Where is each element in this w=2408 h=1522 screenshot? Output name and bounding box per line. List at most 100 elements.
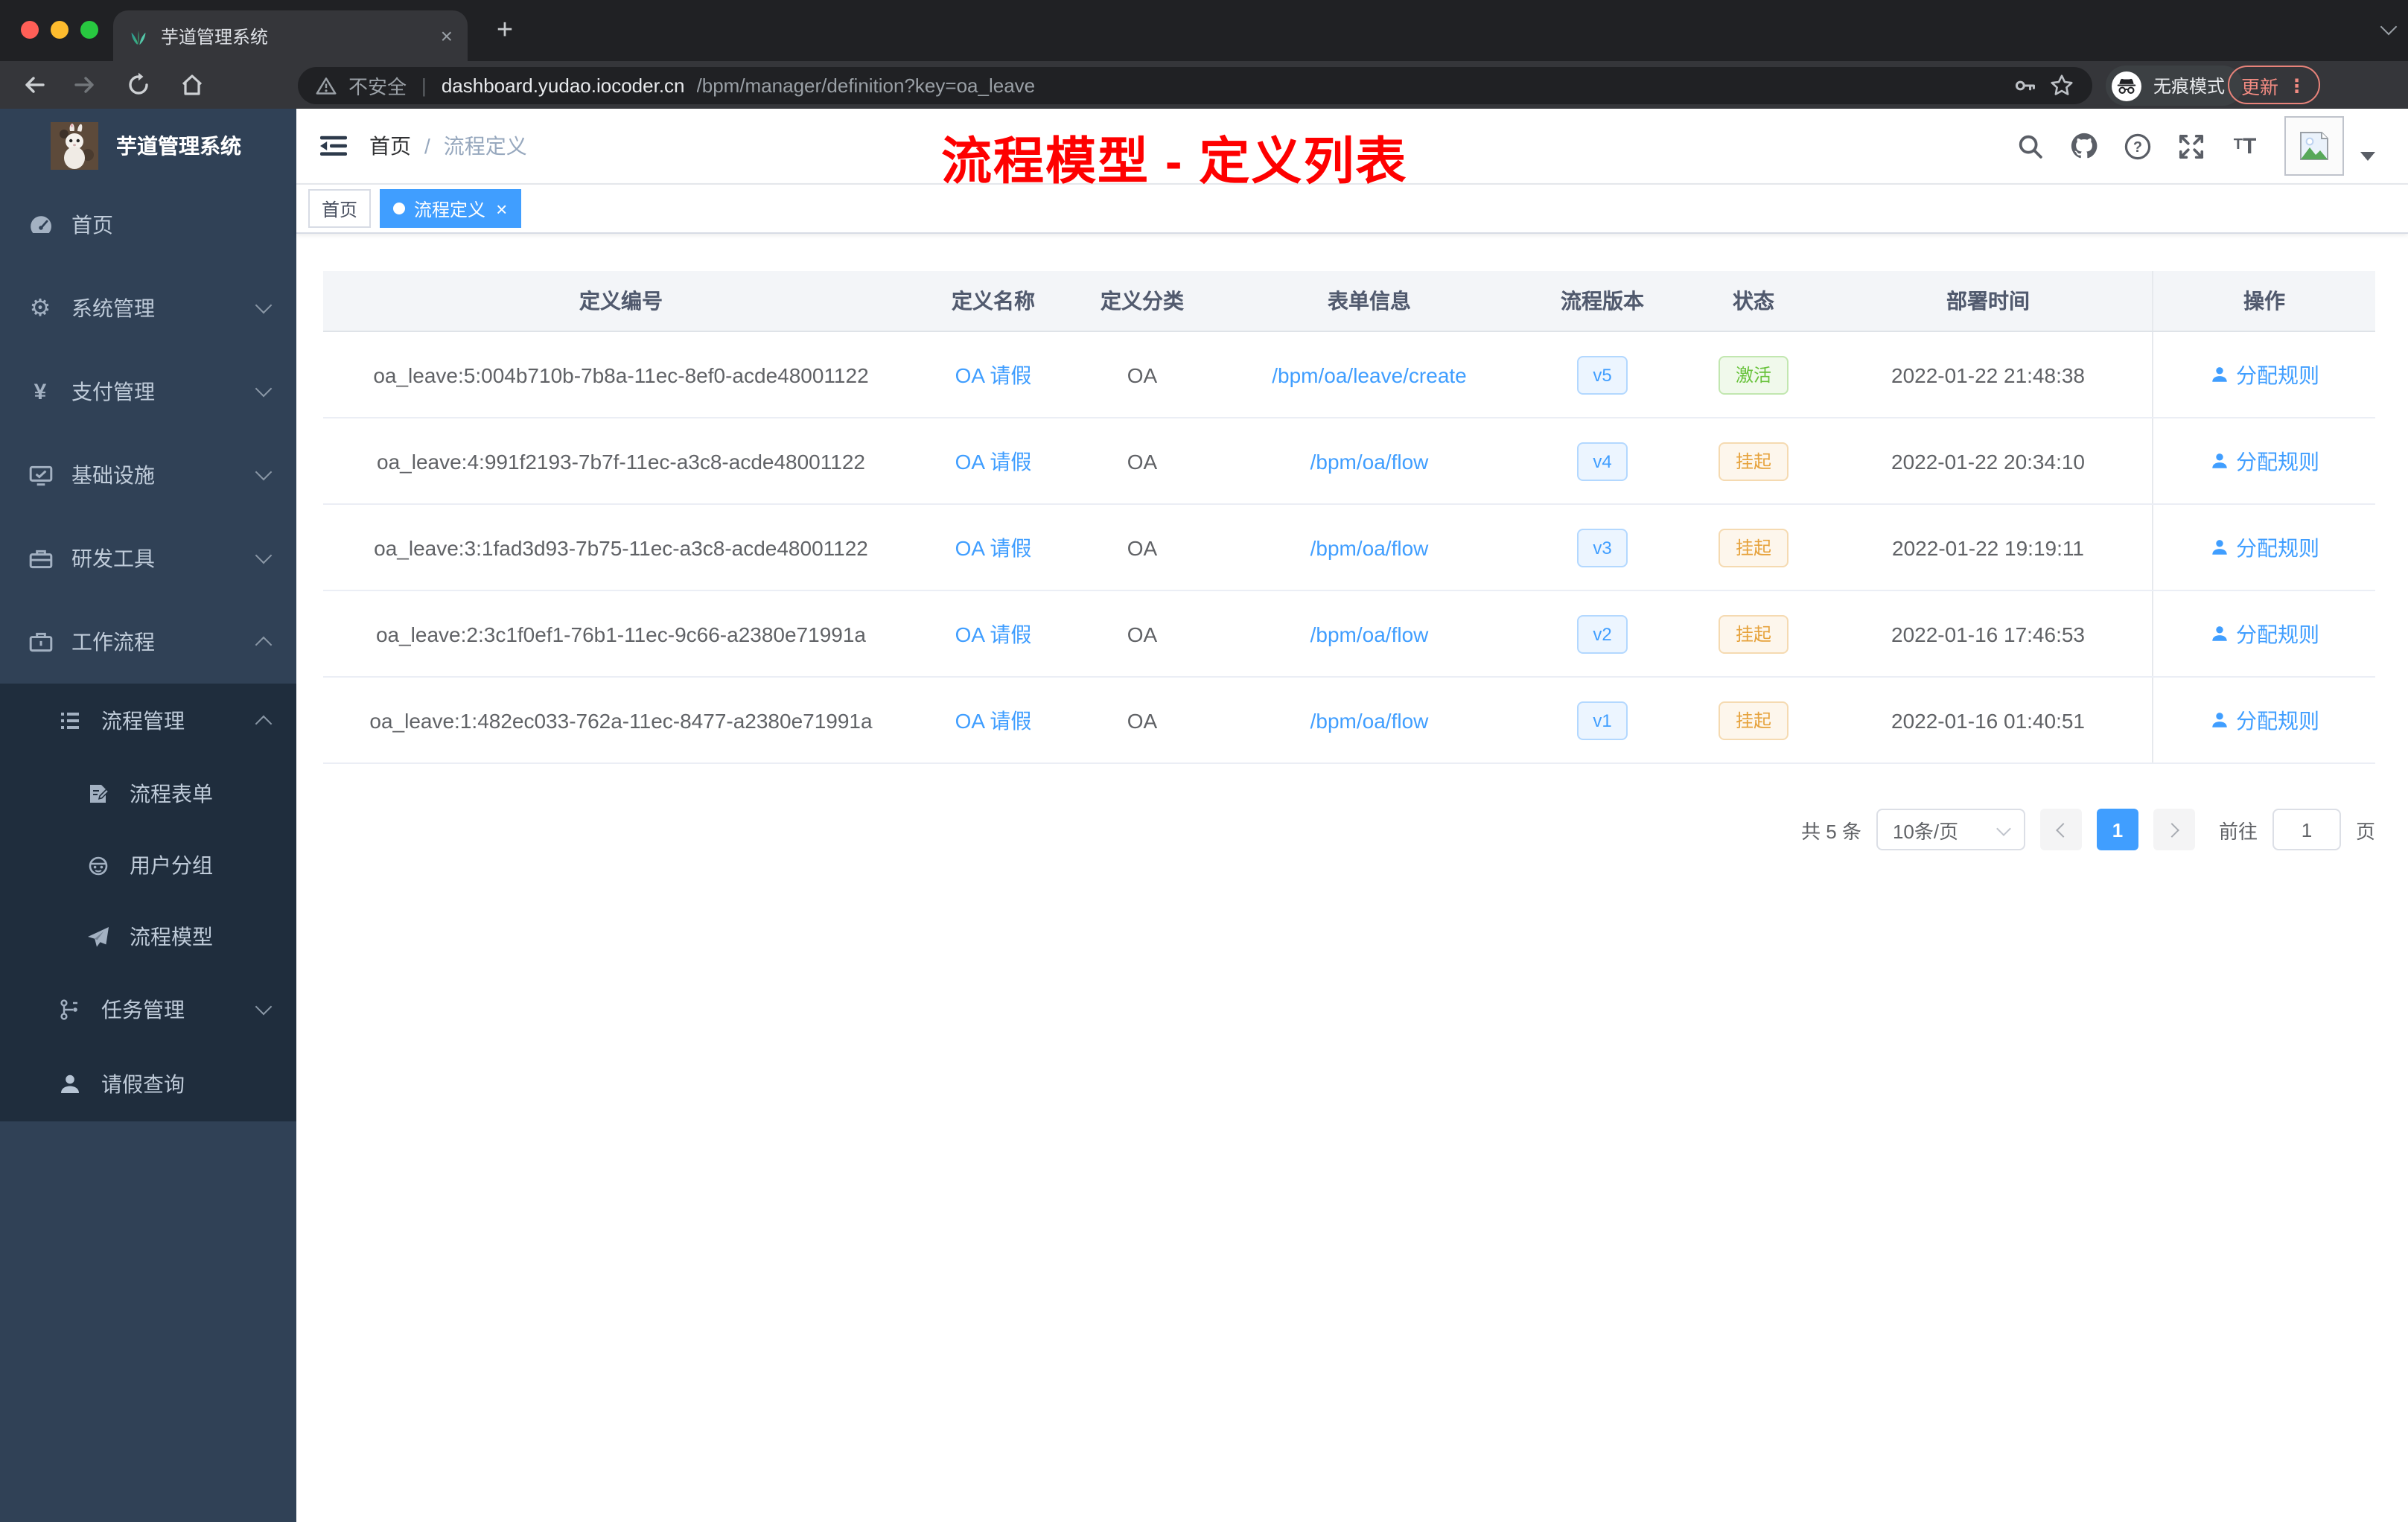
version-badge: v4 [1576,442,1628,480]
cell-definition-id: oa_leave:5:004b710b-7b8a-11ec-8ef0-acde4… [373,363,869,386]
sidebar-item-label: 用户分组 [130,853,213,877]
search-icon[interactable] [2016,132,2045,160]
col-header-name: 定义名称 [952,289,1035,313]
sidebar-item-label: 流程模型 [130,925,213,949]
close-window-button[interactable] [21,21,39,39]
definition-name-link[interactable]: OA 请假 [919,705,1068,735]
user-icon [2211,713,2226,727]
browser-update-button[interactable]: 更新 ⋮ [2228,66,2320,104]
tag-process-definition[interactable]: 流程定义 × [380,189,521,228]
goto-page-input[interactable] [2272,809,2341,850]
status-badge: 挂起 [1719,701,1788,739]
toolbox-icon [27,546,54,571]
assign-rule-link[interactable]: 分配规则 [2236,705,2319,735]
tab-search-chevron-icon[interactable] [2380,18,2398,36]
form-link[interactable]: /bpm/oa/flow [1217,708,1522,732]
url-host: dashboard.yudao.iocoder.cn [441,74,685,97]
tab-close-icon[interactable]: × [441,25,453,46]
active-dot-icon [393,203,406,214]
avatar-caret-down-icon[interactable] [2360,152,2375,161]
table-row: oa_leave:3:1fad3d93-7b75-11ec-a3c8-acde4… [323,505,2375,591]
tag-close-icon[interactable]: × [496,199,507,218]
form-link[interactable]: /bpm/oa/flow [1217,449,1522,473]
app-title: 芋道管理系统 [116,134,241,158]
form-link[interactable]: /bpm/oa/flow [1217,535,1522,559]
chevron-down-icon [255,547,273,564]
workflow-submenu: 流程管理 流程表单 用户分组 流程模型 任务管理 请假查询 [0,684,296,1121]
cell-actions: 分配规则 [2152,418,2375,503]
table-row: oa_leave:1:482ec033-762a-11ec-8477-a2380… [323,678,2375,764]
page-size-select[interactable]: 10条/页 [1876,809,2025,850]
table-header: 定义编号 定义名称 定义分类 表单信息 流程版本 状态 部署时间 操作 [323,271,2375,332]
briefcase-icon [27,629,54,655]
chevron-up-icon [255,715,273,733]
cell-deploy-time: 2022-01-16 01:40:51 [1891,708,2085,732]
app-header: 首页 / 流程定义 流程模型 - 定义列表 ? TT [296,109,2408,191]
user-icon [2211,453,2226,468]
breadcrumb-home[interactable]: 首页 [369,131,411,161]
sidebar-item-label: 首页 [71,213,113,237]
hamburger-icon[interactable] [319,131,348,161]
sidebar-logo[interactable]: 芋道管理系统 [0,109,296,183]
sidebar-item-process-model[interactable]: 流程模型 [0,901,296,972]
browser-menu-dots-icon[interactable]: ⋮ [2287,74,2306,96]
sidebar-item-label: 基础设施 [71,463,155,487]
help-icon[interactable]: ? [2124,132,2152,160]
version-badge: v5 [1576,355,1628,394]
assign-rule-link[interactable]: 分配规则 [2236,532,2319,562]
back-icon[interactable] [21,71,48,98]
avatar-broken-image[interactable] [2284,116,2344,176]
address-bar[interactable]: 不安全 | dashboard.yudao.iocoder.cn/bpm/man… [298,67,2092,104]
tag-home[interactable]: 首页 [308,189,372,228]
form-link[interactable]: /bpm/oa/leave/create [1217,363,1522,386]
current-page-button[interactable]: 1 [2096,809,2138,850]
cell-deploy-time: 2022-01-16 17:46:53 [1891,622,2085,646]
main-area: 首页 / 流程定义 流程模型 - 定义列表 ? TT 首页 流程定义 × 定义编… [296,109,2408,1522]
definition-name-link[interactable]: OA 请假 [919,446,1068,476]
sidebar-item-process-management[interactable]: 流程管理 [0,684,296,758]
forward-icon[interactable] [71,71,98,98]
assign-rule-link[interactable]: 分配规则 [2236,619,2319,649]
new-tab-button[interactable]: + [488,15,521,48]
font-size-icon[interactable]: TT [2231,132,2259,160]
assign-rule-link[interactable]: 分配规则 [2236,446,2319,476]
cell-actions: 分配规则 [2152,332,2375,417]
zoom-window-button[interactable] [80,21,98,39]
reload-icon[interactable] [125,71,152,98]
minimize-window-button[interactable] [51,21,69,39]
next-page-button[interactable] [2153,809,2195,850]
assign-rule-link[interactable]: 分配规则 [2236,360,2319,389]
cell-definition-id: oa_leave:4:991f2193-7b7f-11ec-a3c8-acde4… [377,449,865,473]
definition-name-link[interactable]: OA 请假 [919,532,1068,562]
status-badge: 挂起 [1719,528,1788,567]
sidebar-item-process-form[interactable]: 流程表单 [0,758,296,830]
home-icon[interactable] [179,71,206,98]
browser-tab-bar: 芋道管理系统 × + [0,0,2408,61]
sidebar-item-home[interactable]: 首页 [0,183,296,267]
fullscreen-icon[interactable] [2177,132,2205,160]
cell-category: OA [1127,363,1158,386]
version-badge: v1 [1576,701,1628,739]
bookmark-star-icon[interactable] [2049,73,2074,98]
paper-plane-icon [85,925,112,949]
form-link[interactable]: /bpm/oa/flow [1217,622,1522,646]
sidebar-item-infrastructure[interactable]: 基础设施 [0,433,296,517]
sidebar-item-system[interactable]: ⚙ 系统管理 [0,267,296,350]
gear-icon: ⚙ [29,296,51,321]
sidebar-item-workflow[interactable]: 工作流程 [0,600,296,684]
password-key-icon[interactable] [2012,73,2037,98]
sidebar-item-task-management[interactable]: 任务管理 [0,972,296,1047]
definition-name-link[interactable]: OA 请假 [919,619,1068,649]
sidebar-item-payment[interactable]: ¥ 支付管理 [0,350,296,433]
sidebar-item-user-group[interactable]: 用户分组 [0,830,296,901]
header-actions: ? TT [2016,109,2375,183]
sidebar-item-leave-query[interactable]: 请假查询 [0,1047,296,1121]
github-icon[interactable] [2070,132,2098,160]
security-label[interactable]: 不安全 [348,71,407,100]
browser-tab[interactable]: 芋道管理系统 × [113,10,468,61]
status-badge: 激活 [1719,355,1788,394]
sidebar-item-dev-tools[interactable]: 研发工具 [0,517,296,600]
prev-page-button[interactable] [2039,809,2082,850]
definition-name-link[interactable]: OA 请假 [919,360,1068,389]
chevron-down-icon [255,998,273,1016]
